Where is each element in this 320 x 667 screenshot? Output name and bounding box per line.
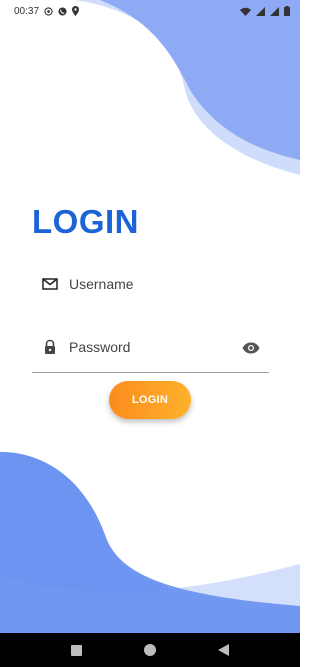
navigation-bar	[0, 633, 300, 667]
username-field	[32, 269, 269, 299]
toggle-password-visibility-button[interactable]	[241, 338, 261, 358]
mail-icon	[42, 278, 58, 290]
username-input[interactable]	[69, 269, 239, 299]
eye-icon	[242, 342, 260, 354]
recent-apps-icon	[71, 644, 83, 656]
phone-icon	[58, 6, 67, 16]
signal-icon	[256, 6, 265, 16]
location-icon	[72, 6, 80, 16]
bottom-wave-front	[0, 452, 300, 633]
recent-apps-button[interactable]	[67, 640, 87, 660]
password-field	[32, 332, 269, 373]
status-time: 00:37	[14, 5, 40, 17]
back-icon	[218, 644, 230, 656]
lock-icon	[45, 339, 55, 354]
wifi-icon	[240, 7, 251, 16]
signal-icon	[270, 6, 279, 16]
login-button[interactable]: LOGIN	[109, 381, 191, 419]
back-button[interactable]	[213, 640, 233, 660]
home-icon	[143, 644, 156, 656]
home-button[interactable]	[140, 640, 160, 660]
status-bar: 00:37	[0, 0, 300, 22]
top-wave-dark	[100, 0, 300, 160]
page-title: LOGIN	[32, 203, 139, 240]
battery-icon	[284, 6, 290, 16]
whatsapp-icon	[44, 6, 53, 16]
password-input[interactable]	[69, 332, 239, 362]
